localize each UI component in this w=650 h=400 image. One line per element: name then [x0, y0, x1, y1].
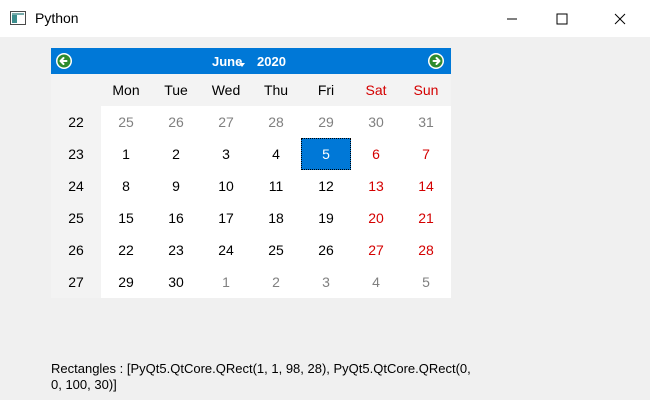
day-cell[interactable]: 29 [301, 106, 351, 138]
day-cell[interactable]: 21 [401, 202, 451, 234]
day-cell[interactable]: 2 [151, 138, 201, 170]
maximize-button[interactable] [539, 0, 585, 37]
day-cell[interactable]: 27 [351, 234, 401, 266]
week-number: 27 [68, 274, 84, 290]
day-cell[interactable]: 26 [301, 234, 351, 266]
day-cell[interactable]: 6 [351, 138, 401, 170]
day-header-5: Sat [365, 82, 387, 98]
dropdown-icon[interactable] [239, 63, 245, 68]
day-cell[interactable]: 4 [251, 138, 301, 170]
minimize-icon [507, 18, 517, 19]
week-number: 26 [68, 242, 84, 258]
day-header-3: Thu [263, 82, 289, 98]
day-cell[interactable]: 31 [401, 106, 451, 138]
rectangles-output-label: Rectangles : [PyQt5.QtCore.QRect(1, 1, 9… [51, 361, 471, 392]
day-cell[interactable]: 2 [251, 266, 301, 298]
close-icon [614, 13, 626, 24]
minimize-button[interactable] [489, 0, 535, 37]
day-cell[interactable]: 5 [401, 266, 451, 298]
day-cell[interactable]: 14 [401, 170, 451, 202]
day-cell[interactable]: 3 [301, 266, 351, 298]
year-button[interactable]: 2020 [257, 54, 286, 69]
day-cell[interactable]: 30 [151, 266, 201, 298]
day-cell[interactable]: 30 [351, 106, 401, 138]
day-cell[interactable]: 25 [251, 234, 301, 266]
day-cell[interactable]: 10 [201, 170, 251, 202]
day-cell[interactable]: 13 [351, 170, 401, 202]
week-number: 23 [68, 146, 84, 162]
day-cell[interactable]: 22 [101, 234, 151, 266]
day-cell[interactable]: 19 [301, 202, 351, 234]
day-cell[interactable]: 17 [201, 202, 251, 234]
day-header-0: Mon [112, 82, 140, 98]
day-cell[interactable]: 7 [401, 138, 451, 170]
day-cell[interactable]: 26 [151, 106, 201, 138]
day-cell[interactable]: 28 [401, 234, 451, 266]
day-cell[interactable]: 1 [101, 138, 151, 170]
day-cell[interactable]: 24 [201, 234, 251, 266]
day-cell[interactable]: 12 [301, 170, 351, 202]
day-cell[interactable]: 18 [251, 202, 301, 234]
prev-month-button[interactable] [55, 52, 73, 70]
day-cell[interactable]: 4 [351, 266, 401, 298]
calendar-widget: June 2020 Mon Tue Wed Thu Fri Sat Sun 22 25 26 27 2… [51, 48, 451, 298]
day-cell[interactable]: 27 [201, 106, 251, 138]
day-cell[interactable]: 1 [201, 266, 251, 298]
title-bar: Python [0, 0, 650, 37]
window-title: Python [35, 10, 79, 26]
week-number: 22 [68, 114, 84, 130]
app-window-icon [10, 11, 26, 25]
next-month-button[interactable] [427, 52, 445, 70]
day-cell[interactable]: 3 [201, 138, 251, 170]
day-cell[interactable]: 9 [151, 170, 201, 202]
selected-day-cell[interactable]: 5 [301, 138, 351, 170]
day-header-2: Wed [211, 82, 241, 98]
week-number: 24 [68, 178, 84, 194]
day-cell[interactable]: 15 [101, 202, 151, 234]
day-cell[interactable]: 8 [101, 170, 151, 202]
day-cell[interactable]: 29 [101, 266, 151, 298]
day-cell[interactable]: 25 [101, 106, 151, 138]
day-cell[interactable]: 16 [151, 202, 201, 234]
day-cell[interactable]: 23 [151, 234, 201, 266]
month-button[interactable]: June [212, 54, 242, 69]
week-number: 25 [68, 210, 84, 226]
day-cell[interactable]: 20 [351, 202, 401, 234]
day-cell[interactable]: 28 [251, 106, 301, 138]
day-header-4: Fri [317, 82, 335, 98]
day-header-6: Sun [413, 82, 439, 98]
day-cell[interactable]: 11 [251, 170, 301, 202]
close-button[interactable] [597, 0, 643, 37]
day-header-1: Tue [164, 82, 188, 98]
calendar-navigation-bar: June 2020 [51, 48, 451, 74]
maximize-icon [556, 13, 568, 24]
